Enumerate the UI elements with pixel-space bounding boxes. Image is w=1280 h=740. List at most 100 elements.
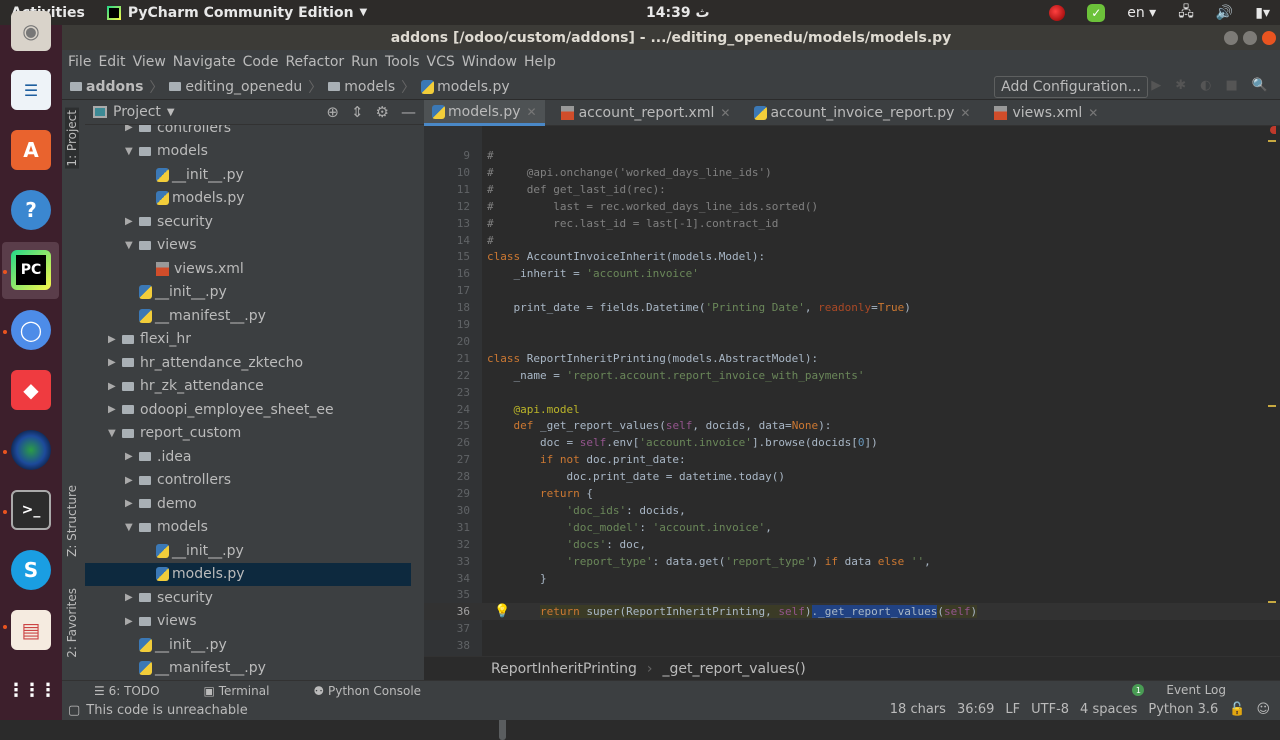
language-selector[interactable]: en ▾ [1127, 5, 1156, 21]
breadcrumb-models-py[interactable]: models.py [421, 79, 510, 95]
code-line[interactable]: 36 💡 return super(ReportInheritPrinting, … [424, 603, 1280, 621]
file-encoding[interactable]: UTF-8 [1031, 702, 1069, 717]
gear-icon[interactable]: ⚙ [376, 103, 389, 121]
tree-item[interactable]: __manifest__.py [85, 657, 411, 681]
code-line[interactable]: 18 print_date = fields.Datetime('Printin… [424, 299, 1280, 316]
tree-item[interactable]: ▼ models [85, 516, 411, 540]
collapsed-arrow-icon[interactable]: ▶ [108, 357, 122, 368]
clock[interactable]: 14:39 ث [646, 5, 710, 21]
tree-item[interactable]: ▶ controllers [85, 469, 411, 493]
line-number[interactable]: 15 [424, 248, 470, 265]
menu-vcs[interactable]: VCS [427, 54, 455, 70]
collapse-all-icon[interactable]: ⇕ [351, 103, 364, 121]
code-line[interactable]: 26 doc = self.env['account.invoice'].bro… [424, 434, 1280, 451]
collapsed-arrow-icon[interactable]: ▶ [108, 334, 122, 345]
coverage-icon[interactable]: ◐ [1200, 78, 1211, 93]
event-log-button[interactable]: 1 Event Log [1132, 683, 1248, 697]
tree-item[interactable]: ▶ security [85, 210, 411, 234]
code-line[interactable]: 12 # last = rec.worked_days_line_ids.sort… [424, 198, 1280, 215]
code-line[interactable]: 19 [424, 316, 1280, 333]
maximize-button[interactable] [1243, 31, 1257, 45]
code-line[interactable]: 34 } [424, 570, 1280, 587]
collapsed-arrow-icon[interactable]: ▶ [125, 216, 139, 227]
menu-run[interactable]: Run [351, 54, 378, 70]
network-icon[interactable]: 🖧 [1178, 1, 1194, 25]
hide-panel-icon[interactable]: — [401, 103, 416, 121]
menu-window[interactable]: Window [462, 54, 517, 70]
tree-item[interactable]: ▶ demo [85, 492, 411, 516]
line-number[interactable]: 17 [424, 282, 470, 299]
pycharm-launcher-icon[interactable]: PC [11, 250, 51, 290]
chevron-down-icon[interactable]: ▼ [167, 107, 175, 118]
breadcrumb-editing-openedu[interactable]: editing_openedu [169, 79, 302, 95]
line-number[interactable]: 35 [424, 586, 470, 603]
breadcrumb-class[interactable]: ReportInheritPrinting [491, 661, 637, 677]
line-number[interactable]: 9 [424, 147, 470, 164]
cheese-camera-icon[interactable] [11, 430, 51, 470]
menu-edit[interactable]: Edit [98, 54, 125, 70]
line-number[interactable]: 23 [424, 384, 470, 401]
line-number[interactable]: 18 [424, 299, 470, 316]
code-line[interactable]: 22 _name = 'report.account.report_invoic… [424, 367, 1280, 384]
todo-tool-button[interactable]: ☰ 6: TODO [94, 684, 182, 698]
tree-item[interactable]: views.xml [85, 257, 411, 281]
skype-icon[interactable]: S [11, 550, 51, 590]
rhythmbox-icon[interactable]: ◉ [11, 11, 51, 51]
line-number[interactable]: 26 [424, 434, 470, 451]
tree-item[interactable]: ▶ controllers [85, 125, 411, 140]
editor-tab[interactable]: models.py ✕ [424, 100, 545, 126]
inspector-icon[interactable]: ☺ [1256, 702, 1270, 717]
collapsed-arrow-icon[interactable]: ▶ [125, 616, 139, 627]
line-number[interactable]: 27 [424, 451, 470, 468]
line-number[interactable]: 28 [424, 468, 470, 485]
code-line[interactable]: 24 @api.model [424, 401, 1280, 418]
breadcrumb-method[interactable]: _get_report_values() [663, 661, 806, 677]
tree-item[interactable]: models.py [85, 187, 411, 211]
collapsed-arrow-icon[interactable]: ▶ [108, 381, 122, 392]
menu-view[interactable]: View [133, 54, 166, 70]
line-number[interactable]: 30 [424, 502, 470, 519]
code-line[interactable]: 33 'report_type': data.get('report_type'… [424, 553, 1280, 570]
terminal-tool-button[interactable]: ▣ Terminal [204, 684, 292, 698]
line-number[interactable]: 21 [424, 350, 470, 367]
project-tool-tab[interactable]: 1: Project [65, 108, 79, 169]
code-line[interactable]: 17 [424, 282, 1280, 299]
code-line[interactable]: 10 # @api.onchange('worked_days_line_ids'… [424, 164, 1280, 181]
line-number[interactable]: 33 [424, 553, 470, 570]
line-number[interactable]: 11 [424, 181, 470, 198]
libreoffice-impress-icon[interactable]: ▤ [11, 610, 51, 650]
code-line[interactable]: 37 [424, 620, 1280, 637]
warning-marker[interactable] [1268, 140, 1276, 142]
expanded-arrow-icon[interactable]: ▼ [125, 146, 139, 157]
code-line[interactable]: 23 [424, 384, 1280, 401]
breadcrumb-models[interactable]: models [328, 79, 395, 95]
error-marker[interactable] [1270, 126, 1276, 134]
locate-file-icon[interactable]: ⊕ [326, 103, 339, 121]
line-number[interactable]: 14 [424, 232, 470, 249]
code-line[interactable]: 27 if not doc.print_date: [424, 451, 1280, 468]
code-line[interactable]: 13 # rec.last_id = last[-1].contract_id [424, 215, 1280, 232]
menu-help[interactable]: Help [524, 54, 556, 70]
tree-item[interactable]: ▶ security [85, 586, 411, 610]
menu-tools[interactable]: Tools [385, 54, 420, 70]
volume-icon[interactable]: 🔊 [1216, 5, 1233, 21]
project-view-selector[interactable]: Project [113, 104, 161, 120]
tree-item[interactable]: ▼ views [85, 234, 411, 258]
expanded-arrow-icon[interactable]: ▼ [125, 240, 139, 251]
anydesk-icon[interactable]: ◆ [11, 370, 51, 410]
breadcrumb-addons[interactable]: addons [70, 79, 143, 95]
code-line[interactable]: 32 'docs': doc, [424, 536, 1280, 553]
menu-navigate[interactable]: Navigate [173, 54, 236, 70]
search-icon[interactable]: 🔍 [1252, 78, 1268, 93]
line-number[interactable]: 19 [424, 316, 470, 333]
code-line[interactable]: 30 'doc_ids': docids, [424, 502, 1280, 519]
show-apps-icon[interactable]: ⋮⋮⋮ [7, 670, 57, 710]
line-number[interactable]: 24 [424, 401, 470, 418]
tree-item[interactable]: __init__.py [85, 281, 411, 305]
expanded-arrow-icon[interactable]: ▼ [125, 522, 139, 533]
software-center-icon[interactable]: A [11, 130, 51, 170]
python-console-tool-button[interactable]: ⚉ Python Console [313, 684, 443, 698]
code-line[interactable]: 29 return { [424, 485, 1280, 502]
tree-item[interactable]: ▼ models [85, 140, 411, 164]
libreoffice-writer-icon[interactable]: ☰ [11, 70, 51, 110]
